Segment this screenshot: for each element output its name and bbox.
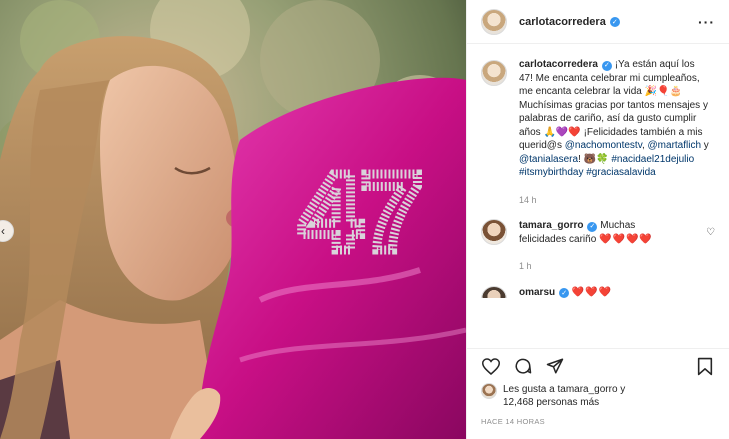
commenter-avatar[interactable] [481, 285, 507, 298]
commenter-username[interactable]: tamara_gorro [519, 220, 583, 231]
likes-text: Les gusta a tamara_gorro y 12,468 person… [503, 383, 625, 409]
post-photo[interactable]: 47 ‹ [0, 0, 466, 439]
comment-item: tamara_gorro ✓ Muchas felicidades cariño … [481, 219, 715, 274]
comments-list: carlotacorredera ✓ ¡Ya están aquí los 47!… [467, 58, 729, 348]
author-username[interactable]: carlotacorredera [519, 16, 606, 28]
hashtag-link[interactable]: #graciasalavida [586, 167, 656, 178]
comment-hearts: ❤️❤️❤️❤️ [599, 233, 653, 245]
comment-hearts: ❤️❤️❤️ [571, 286, 613, 298]
post-timestamp: HACE 14 HORAS [481, 417, 545, 426]
caption-author-username[interactable]: carlotacorredera [519, 59, 598, 70]
hashtag-link[interactable]: #itsmybirthday [519, 167, 583, 178]
post-side-panel: carlotacorredera ✓ ··· carlotacorredera ✓… [466, 0, 729, 439]
balloon-number: 47 [300, 151, 422, 274]
mention-link[interactable]: @martaflich [648, 140, 702, 151]
likes-line-2: 12,468 personas más [503, 397, 600, 408]
paper-plane-icon[interactable] [545, 356, 565, 376]
chevron-left-icon: ‹ [1, 224, 5, 238]
comment-body: tamara_gorro ✓ Muchas felicidades cariño … [519, 219, 684, 274]
comment-like-heart-icon[interactable]: ♡ [706, 227, 715, 238]
likes-line-1: Les gusta a tamara_gorro y [503, 384, 626, 395]
caption-text: y [701, 140, 709, 151]
verified-badge-icon: ✓ [609, 16, 620, 27]
commenter-avatar[interactable] [481, 219, 507, 245]
heart-icon[interactable] [481, 356, 501, 376]
instagram-post-modal: 47 ‹ carlotacorredera ✓ ··· carlotacorre… [0, 0, 729, 439]
caption-text: ¡Ya están aquí los 47! Me encanta celebr… [519, 59, 708, 151]
mention-link[interactable]: @tanialasera [519, 154, 578, 165]
caption-body: carlotacorredera ✓ ¡Ya están aquí los 47!… [519, 58, 709, 207]
comment-item: omarsu ✓ ❤️❤️❤️ [481, 285, 715, 298]
caption-text: ! 🐻🍀 [578, 153, 612, 165]
caption-comment: carlotacorredera ✓ ¡Ya están aquí los 47!… [481, 58, 715, 207]
caption-time: 14 h [519, 194, 537, 205]
verified-badge-icon: ✓ [587, 221, 598, 232]
comment-time: 1 h [519, 261, 532, 271]
bookmark-icon[interactable] [695, 356, 715, 376]
author-avatar[interactable] [481, 8, 507, 35]
more-options-icon[interactable]: ··· [698, 14, 715, 30]
post-header: carlotacorredera ✓ ··· [467, 0, 729, 44]
comment-body: omarsu ✓ ❤️❤️❤️ [519, 286, 709, 298]
photo-illustration: 47 [0, 0, 466, 439]
mention-link[interactable]: @nachomontestv [565, 140, 642, 151]
caption-author-avatar[interactable] [481, 60, 507, 86]
verified-badge-icon: ✓ [601, 60, 612, 71]
hashtag-link[interactable]: #nacidael21dejulio [611, 154, 694, 165]
action-bar [481, 349, 715, 383]
comment-icon[interactable] [513, 356, 533, 376]
post-actions-area: Les gusta a tamara_gorro y 12,468 person… [467, 348, 729, 439]
commenter-username[interactable]: omarsu [519, 287, 555, 298]
verified-badge-icon: ✓ [559, 288, 570, 298]
liker-avatar [481, 383, 497, 399]
likes-summary[interactable]: Les gusta a tamara_gorro y 12,468 person… [481, 383, 715, 409]
